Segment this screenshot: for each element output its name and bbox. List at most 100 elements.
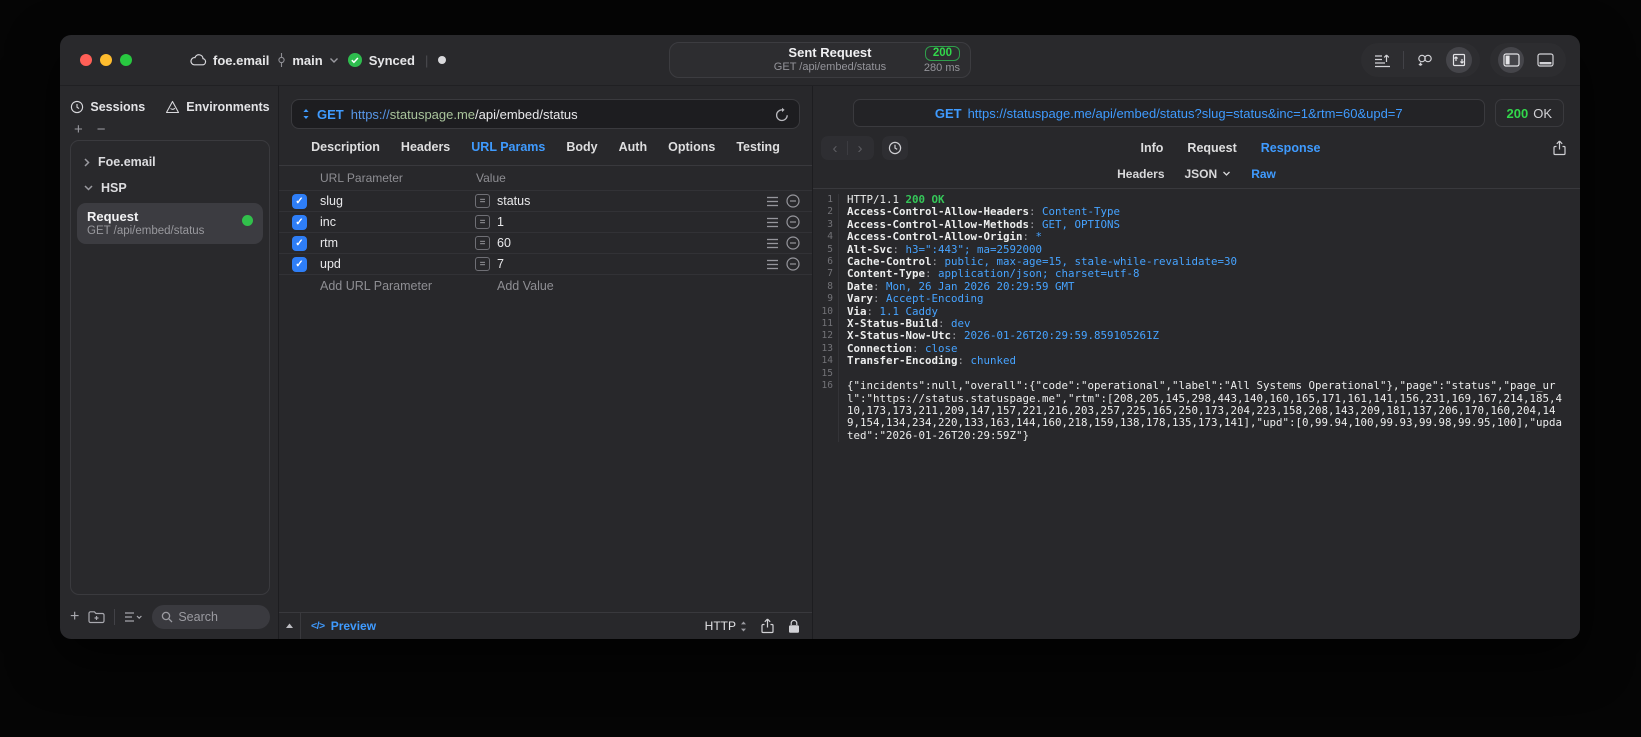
request-url[interactable]: https://statuspage.me/api/embed/status	[351, 107, 768, 122]
app-window: foe.email main Synced | Sent Request GET…	[60, 35, 1580, 639]
param-checkbox[interactable]: ✓	[292, 193, 307, 209]
equals-type-icon[interactable]: =	[475, 257, 490, 271]
add-value-placeholder[interactable]: Add Value	[497, 279, 554, 293]
param-value[interactable]: 1	[497, 215, 504, 229]
equals-type-icon[interactable]: =	[475, 194, 490, 208]
tab-sessions[interactable]: Sessions	[70, 100, 145, 114]
method-stepper-icon[interactable]	[302, 108, 310, 120]
toggle-sidebar-button[interactable]	[1498, 47, 1524, 73]
minimize-window-button[interactable]	[100, 54, 112, 66]
history-forward-button[interactable]: ›	[848, 140, 872, 157]
export-response-button[interactable]	[1553, 140, 1566, 156]
tab-environments[interactable]: Environments	[165, 100, 270, 114]
history-clock-button[interactable]	[882, 136, 908, 160]
share-request-button[interactable]	[761, 618, 774, 634]
row-options-icon[interactable]	[766, 196, 779, 207]
sort-filter-button[interactable]	[124, 611, 143, 623]
subtab-raw[interactable]: Raw	[1251, 167, 1276, 181]
panel-toggle-group	[1490, 43, 1566, 77]
tab-description[interactable]: Description	[311, 140, 380, 154]
zoom-window-button[interactable]	[120, 54, 132, 66]
chevron-down-icon	[329, 57, 339, 64]
project-name: foe.email	[213, 52, 270, 68]
param-row-slug[interactable]: ✓ slug = status	[279, 190, 812, 211]
tree-request-item[interactable]: Request GET /api/embed/status	[77, 203, 263, 244]
tab-url-params[interactable]: URL Params	[471, 140, 545, 154]
line-number: 1	[813, 194, 839, 207]
equals-type-icon[interactable]: =	[475, 236, 490, 250]
response-tabs: Info Request Response	[908, 141, 1553, 155]
row-options-icon[interactable]	[766, 238, 779, 249]
param-value[interactable]: 60	[497, 236, 511, 250]
remove-row-icon[interactable]	[786, 194, 800, 208]
branch-selector[interactable]: main	[277, 53, 338, 68]
tab-testing[interactable]: Testing	[736, 140, 780, 154]
request-response-view-button[interactable]	[1446, 47, 1472, 73]
remove-row-icon[interactable]	[786, 215, 800, 229]
param-row-rtm[interactable]: ✓ rtm = 60	[279, 232, 812, 253]
remove-row-icon[interactable]	[786, 236, 800, 250]
sync-status[interactable]: Synced	[347, 52, 415, 68]
param-name[interactable]: slug	[320, 194, 475, 208]
add-folder-button[interactable]	[88, 610, 105, 624]
toggle-bottom-panel-button[interactable]	[1532, 47, 1558, 73]
param-value[interactable]: 7	[497, 257, 504, 271]
param-row-inc[interactable]: ✓ inc = 1	[279, 211, 812, 232]
param-name[interactable]: inc	[320, 215, 475, 229]
sent-request-url[interactable]: GET https://statuspage.me/api/embed/statu…	[853, 99, 1485, 127]
tab-auth[interactable]: Auth	[619, 140, 647, 154]
request-status-pill[interactable]: Sent Request GET /api/embed/status 200 2…	[669, 42, 971, 78]
tab-body[interactable]: Body	[566, 140, 597, 154]
response-body[interactable]: 1 HTTP/1.1 200 OK 2 Access-Control-Allow-He…	[813, 189, 1580, 639]
tab-response[interactable]: Response	[1261, 141, 1321, 155]
add-request-button[interactable]: +	[70, 608, 79, 626]
protocol-selector[interactable]: HTTP	[705, 619, 747, 633]
history-back-button[interactable]: ‹	[823, 140, 847, 157]
add-param-row[interactable]: Add URL Parameter Add Value	[279, 274, 812, 296]
view-mode-group	[1361, 43, 1480, 77]
desktop-background: foe.email main Synced | Sent Request GET…	[0, 0, 1641, 737]
param-row-upd[interactable]: ✓ upd = 7	[279, 253, 812, 274]
traffic-lights	[80, 54, 132, 66]
lock-icon[interactable]	[788, 619, 800, 634]
add-session-button[interactable]: +	[74, 121, 83, 138]
remove-row-icon[interactable]	[786, 257, 800, 271]
param-checkbox[interactable]: ✓	[292, 214, 307, 230]
tree-group-hsp[interactable]: HSP	[77, 175, 263, 201]
request-url-bar[interactable]: GET https://statuspage.me/api/embed/stat…	[291, 99, 800, 129]
request-list-view-button[interactable]	[1369, 47, 1395, 73]
tab-options[interactable]: Options	[668, 140, 715, 154]
param-value[interactable]: status	[497, 194, 530, 208]
sessions-clock-icon	[70, 100, 84, 114]
row-options-icon[interactable]	[766, 259, 779, 270]
code-line: 14 Transfer-Encoding: chunked	[813, 355, 1580, 368]
remove-session-button[interactable]: −	[97, 121, 106, 138]
param-checkbox[interactable]: ✓	[292, 235, 307, 251]
request-bottom-bar: </> Preview HTTP	[279, 612, 812, 639]
preview-button[interactable]: </> Preview	[311, 619, 376, 633]
tree-group-foe-email[interactable]: Foe.email	[77, 149, 263, 175]
collapse-panel-button[interactable]	[279, 613, 301, 639]
search-input[interactable]	[178, 610, 261, 624]
line-number: 16	[813, 380, 839, 443]
request-editor-pane: GET https://statuspage.me/api/embed/stat…	[279, 86, 813, 639]
param-checkbox[interactable]: ✓	[292, 256, 307, 272]
tab-headers[interactable]: Headers	[401, 140, 450, 154]
sidebar: Sessions Environments + − Foe.email HSP Re…	[60, 86, 279, 639]
close-window-button[interactable]	[80, 54, 92, 66]
subtab-headers[interactable]: Headers	[1117, 167, 1164, 181]
sync-flow-view-button[interactable]	[1412, 47, 1438, 73]
sidebar-search[interactable]	[152, 605, 270, 629]
chevron-right-icon	[83, 157, 91, 168]
resend-request-button[interactable]	[775, 107, 789, 122]
project-menu[interactable]: foe.email	[190, 53, 269, 68]
add-param-placeholder[interactable]: Add URL Parameter	[320, 279, 475, 293]
param-name[interactable]: upd	[320, 257, 475, 271]
tab-info[interactable]: Info	[1141, 141, 1164, 155]
tab-request[interactable]: Request	[1187, 141, 1236, 155]
request-method: GET	[317, 106, 344, 122]
subtab-json[interactable]: JSON	[1185, 167, 1232, 181]
equals-type-icon[interactable]: =	[475, 215, 490, 229]
row-options-icon[interactable]	[766, 217, 779, 228]
param-name[interactable]: rtm	[320, 236, 475, 250]
